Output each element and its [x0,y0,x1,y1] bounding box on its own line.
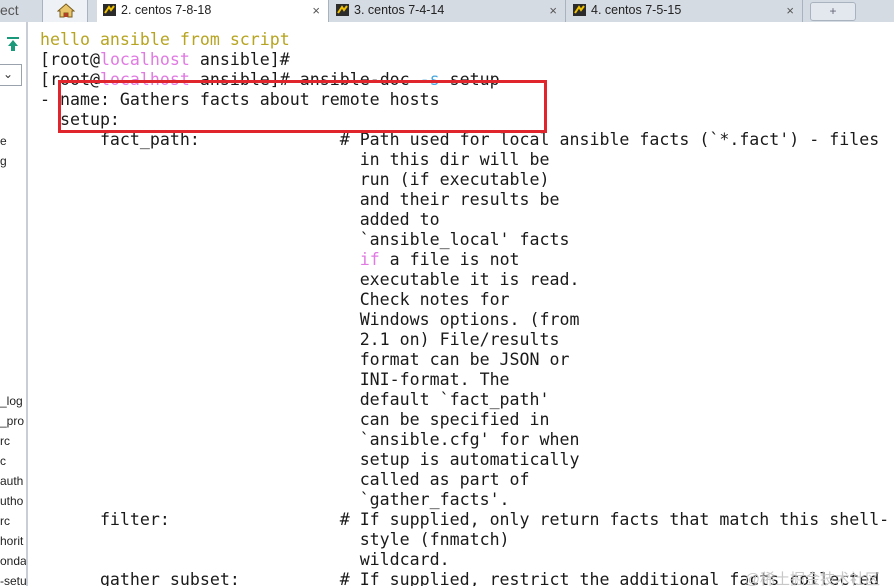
tab-label: 4. centos 7-5-15 [591,3,682,17]
terminal-line: format can be JSON or [40,350,570,370]
terminal-line: [root@localhost ansible]# [40,50,290,70]
side-panel-item[interactable]: onda [0,554,26,568]
terminal-line: 2.1 on) File/results [40,330,560,350]
terminal-text: a file is not [379,250,520,269]
side-panel-item[interactable]: _pro [0,414,24,428]
terminal-line: default `fact_path' [40,390,550,410]
terminal-text: can be specified in [40,410,550,429]
terminal-text: filter: # If supplied, only return facts… [40,510,890,529]
terminal-session-icon [336,4,349,16]
side-panel-item[interactable]: _log [0,394,23,408]
side-panel-item[interactable]: rc [0,434,10,448]
pin-icon[interactable] [6,36,20,52]
terminal-text: Windows options. (from [40,310,580,329]
terminal-text: run (if executable) [40,170,550,189]
terminal-line: and their results be [40,190,560,210]
side-panel-item[interactable]: e [0,134,7,148]
home-tab[interactable] [42,0,88,22]
terminal-line: fact_path: # Path used for local ansible… [40,130,879,150]
tab-centos-7-4-14[interactable]: 3. centos 7-4-14 × [330,0,566,22]
terminal-line: `ansible.cfg' for when [40,430,580,450]
terminal-line: if a file is not [40,250,520,270]
terminal-text: default `fact_path' [40,390,550,409]
close-tab-icon[interactable]: × [786,0,794,21]
terminal-text: setup is automatically [40,450,580,469]
tab-bar: ect 2. centos 7-8-18 × 3. centos 7-4-14 … [0,0,894,23]
watermark: @稀土掘金技术社区 [744,571,880,586]
terminal-text: wildcard. [40,550,450,569]
side-panel-item[interactable]: c [0,454,6,468]
terminal-line: in this dir will be [40,150,550,170]
terminal-session-icon [103,4,116,16]
terminal-text: in this dir will be [40,150,550,169]
terminal-line: Check notes for [40,290,510,310]
tab-centos-7-5-15[interactable]: 4. centos 7-5-15 × [567,0,803,22]
close-tab-icon[interactable]: × [312,0,320,21]
terminal-text: INI-format. The [40,370,510,389]
terminal-text: executable it is read. [40,270,580,289]
terminal-text: 2.1 on) File/results [40,330,560,349]
terminal-text: format can be JSON or [40,350,570,369]
terminal-line: run (if executable) [40,170,550,190]
terminal-line: `gather_facts'. [40,490,510,510]
terminal-line: `ansible_local' facts [40,230,570,250]
terminal-line: executable it is read. [40,270,580,290]
terminal-line: Windows options. (from [40,310,580,330]
terminal-text: added to [40,210,440,229]
panel-dropdown[interactable]: ⌄ [0,64,22,86]
terminal-text: localhost [99,50,190,69]
tab-centos-7-8-18[interactable]: 2. centos 7-8-18 × [97,0,329,23]
side-panel-item[interactable]: horit [0,534,23,548]
tab-label: 3. centos 7-4-14 [354,3,445,17]
terminal-text: [root@ [40,50,100,69]
terminal-line: wildcard. [40,550,450,570]
truncated-tab-label[interactable]: ect [0,0,22,22]
terminal-line: INI-format. The [40,370,510,390]
terminal-text: `ansible_local' facts [40,230,570,249]
side-panel-item[interactable]: -setu [0,574,26,586]
side-panel: ⌄ e g _log _prorc c auth utho rc horit onda -setu [0,22,28,586]
terminal-text: Check notes for [40,290,510,309]
terminal-line: filter: # If supplied, only return facts… [40,510,889,530]
terminal-text: if [359,250,380,269]
side-panel-item[interactable]: auth [0,474,23,488]
terminal-line: setup is automatically [40,450,580,470]
terminal-text: and their results be [40,190,560,209]
terminal-text: `gather_facts'. [40,490,510,509]
tab-label: 2. centos 7-8-18 [121,3,212,17]
home-icon [57,3,75,18]
terminal-line: hello ansible from script [40,30,290,50]
side-panel-item[interactable]: rc [0,514,10,528]
terminal-line: added to [40,210,440,230]
close-tab-icon[interactable]: × [549,0,557,21]
terminal-session-icon [573,4,586,16]
terminal-line: style (fnmatch) [40,530,510,550]
new-tab-button[interactable]: + [810,2,856,21]
terminal-text: ansible]# [189,50,290,69]
terminal-line: can be specified in [40,410,550,430]
terminal-text: called as part of [40,470,530,489]
terminal-line: called as part of [40,470,530,490]
terminal-output[interactable]: hello ansible from script [root@localhost… [28,22,894,586]
terminal-text: `ansible.cfg' for when [40,430,580,449]
side-panel-item[interactable]: utho [0,494,23,508]
highlight-box [58,80,547,133]
chevron-down-icon: ⌄ [3,67,14,81]
terminal-text: hello ansible from script [40,30,290,49]
terminal-text: style (fnmatch) [40,530,510,549]
side-panel-item[interactable]: g [0,154,7,168]
